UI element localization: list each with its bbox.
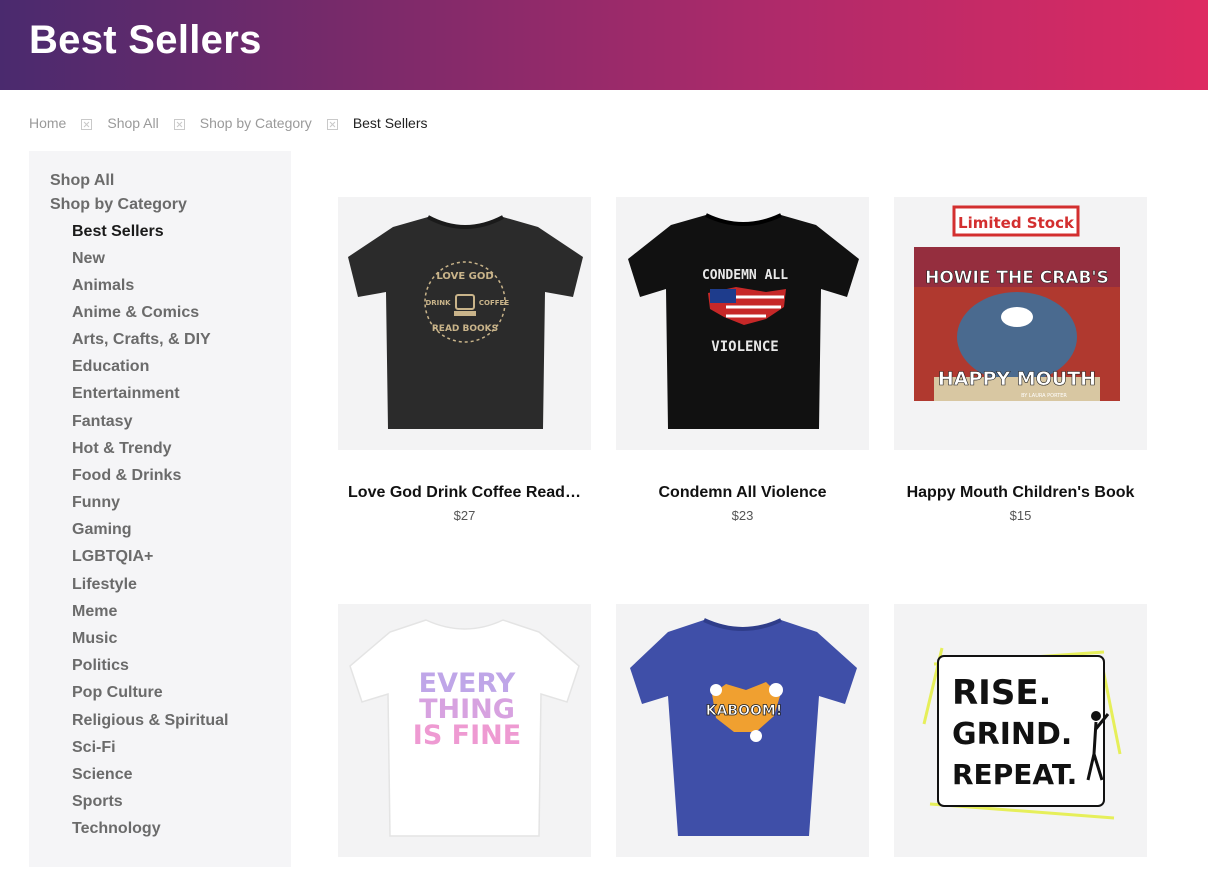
svg-text:IS FINE: IS FINE bbox=[413, 720, 521, 751]
product-card[interactable]: CONDEMN ALL VIOLENCE Condemn All Violenc… bbox=[616, 197, 869, 523]
sidebar-item-best-sellers[interactable]: Best Sellers bbox=[72, 223, 164, 241]
svg-text:KABOOM!: KABOOM! bbox=[706, 703, 782, 719]
sidebar-item-anime-comics[interactable]: Anime & Comics bbox=[72, 304, 199, 322]
product-card[interactable]: RISE. GRIND. REPEAT. bbox=[894, 604, 1147, 873]
breadcrumb-home[interactable]: Home bbox=[29, 115, 66, 131]
product-price: $27 bbox=[453, 508, 476, 523]
sidebar-item-pop-culture[interactable]: Pop Culture bbox=[72, 684, 163, 702]
svg-text:REPEAT.: REPEAT. bbox=[952, 758, 1077, 791]
product-card[interactable]: LOVE GOD DRINK COFFEE READ BOOKS Love Go… bbox=[338, 197, 591, 523]
svg-text:READ BOOKS: READ BOOKS bbox=[432, 324, 498, 334]
product-image[interactable]: LOVE GOD DRINK COFFEE READ BOOKS bbox=[338, 197, 591, 450]
sidebar-item-sci-fi[interactable]: Sci-Fi bbox=[72, 739, 116, 757]
category-sidebar: Shop All Shop by Category Best Sellers N… bbox=[29, 151, 291, 867]
svg-text:CONDEMN ALL: CONDEMN ALL bbox=[702, 268, 788, 283]
sidebar-item-funny[interactable]: Funny bbox=[72, 494, 120, 512]
svg-text:GRIND.: GRIND. bbox=[952, 717, 1072, 752]
product-image[interactable]: Limited Stock HOWIE THE CRAB'S HAPPY MOU… bbox=[894, 197, 1147, 450]
product-image[interactable]: KABOOM! bbox=[616, 604, 869, 857]
svg-text:DRINK: DRINK bbox=[425, 299, 451, 307]
product-name[interactable]: Happy Mouth Children's Book bbox=[894, 484, 1147, 502]
sidebar-shop-by-category[interactable]: Shop by Category bbox=[50, 196, 187, 214]
svg-text:LOVE GOD: LOVE GOD bbox=[436, 271, 493, 282]
sidebar-item-hot-trendy[interactable]: Hot & Trendy bbox=[72, 440, 172, 458]
sidebar-item-meme[interactable]: Meme bbox=[72, 603, 117, 621]
tshirt-icon: LOVE GOD DRINK COFFEE READ BOOKS bbox=[348, 215, 583, 429]
product-name[interactable]: Love God Drink Coffee Read… bbox=[338, 484, 591, 502]
sticker-icon: RISE. GRIND. REPEAT. bbox=[922, 647, 1122, 820]
sidebar-item-politics[interactable]: Politics bbox=[72, 657, 129, 675]
breadcrumb: Home Shop All Shop by Category Best Sell… bbox=[29, 114, 428, 132]
tshirt-icon: KABOOM! bbox=[630, 618, 857, 836]
product-image[interactable]: EVERY THING IS FINE bbox=[338, 604, 591, 857]
sidebar-item-fantasy[interactable]: Fantasy bbox=[72, 413, 132, 431]
sidebar-item-lifestyle[interactable]: Lifestyle bbox=[72, 576, 137, 594]
chevron-right-icon bbox=[326, 119, 338, 130]
sidebar-item-science[interactable]: Science bbox=[72, 766, 132, 784]
product-image[interactable]: RISE. GRIND. REPEAT. bbox=[894, 604, 1147, 857]
product-card[interactable]: KABOOM! bbox=[616, 604, 869, 873]
page-title: Best Sellers bbox=[29, 18, 262, 62]
sidebar-item-food-drinks[interactable]: Food & Drinks bbox=[72, 467, 181, 485]
product-image[interactable]: CONDEMN ALL VIOLENCE bbox=[616, 197, 869, 450]
svg-text:VIOLENCE: VIOLENCE bbox=[711, 339, 778, 355]
chevron-right-icon bbox=[81, 119, 93, 130]
tshirt-icon: CONDEMN ALL VIOLENCE bbox=[628, 213, 859, 429]
svg-text:HOWIE THE CRAB'S: HOWIE THE CRAB'S bbox=[925, 268, 1109, 288]
sidebar-shop-all[interactable]: Shop All bbox=[50, 172, 114, 190]
svg-text:COFFEE: COFFEE bbox=[479, 299, 509, 307]
sidebar-item-technology[interactable]: Technology bbox=[72, 820, 161, 838]
sidebar-item-entertainment[interactable]: Entertainment bbox=[72, 385, 180, 403]
sidebar-item-music[interactable]: Music bbox=[72, 630, 117, 648]
svg-text:HAPPY MOUTH: HAPPY MOUTH bbox=[938, 368, 1096, 390]
product-name[interactable]: Condemn All Violence bbox=[616, 484, 869, 502]
svg-text:Limited Stock: Limited Stock bbox=[958, 214, 1075, 232]
breadcrumb-shop-by-category[interactable]: Shop by Category bbox=[200, 115, 312, 131]
tshirt-icon: EVERY THING IS FINE bbox=[349, 619, 580, 837]
sidebar-item-sports[interactable]: Sports bbox=[72, 793, 123, 811]
sidebar-item-arts-crafts-diy[interactable]: Arts, Crafts, & DIY bbox=[72, 331, 211, 349]
svg-text:BY LAURA PORTER: BY LAURA PORTER bbox=[1021, 393, 1067, 399]
product-card[interactable]: EVERY THING IS FINE bbox=[338, 604, 591, 873]
product-card[interactable]: Limited Stock HOWIE THE CRAB'S HAPPY MOU… bbox=[894, 197, 1147, 523]
sidebar-item-new[interactable]: New bbox=[72, 250, 105, 268]
sidebar-item-lgbtqia[interactable]: LGBTQIA+ bbox=[72, 548, 153, 566]
product-price: $23 bbox=[731, 508, 754, 523]
breadcrumb-shop-all[interactable]: Shop All bbox=[107, 115, 158, 131]
sidebar-item-religious-spiritual[interactable]: Religious & Spiritual bbox=[72, 712, 228, 730]
page-banner: Best Sellers bbox=[0, 0, 1208, 90]
sidebar-item-education[interactable]: Education bbox=[72, 358, 149, 376]
sidebar-item-animals[interactable]: Animals bbox=[72, 277, 134, 295]
chevron-right-icon bbox=[173, 119, 185, 130]
svg-text:RISE.: RISE. bbox=[952, 673, 1051, 713]
breadcrumb-current: Best Sellers bbox=[352, 115, 428, 131]
book-icon: Limited Stock HOWIE THE CRAB'S HAPPY MOU… bbox=[914, 205, 1120, 401]
sidebar-item-gaming[interactable]: Gaming bbox=[72, 521, 132, 539]
product-price: $15 bbox=[1009, 508, 1032, 523]
